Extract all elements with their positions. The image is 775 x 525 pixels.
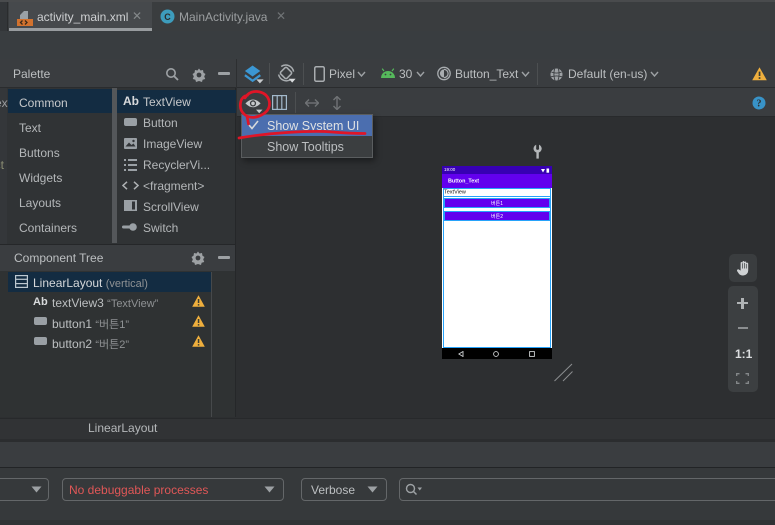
svg-text:?: ? — [757, 99, 762, 110]
svg-text:C: C — [164, 12, 171, 22]
